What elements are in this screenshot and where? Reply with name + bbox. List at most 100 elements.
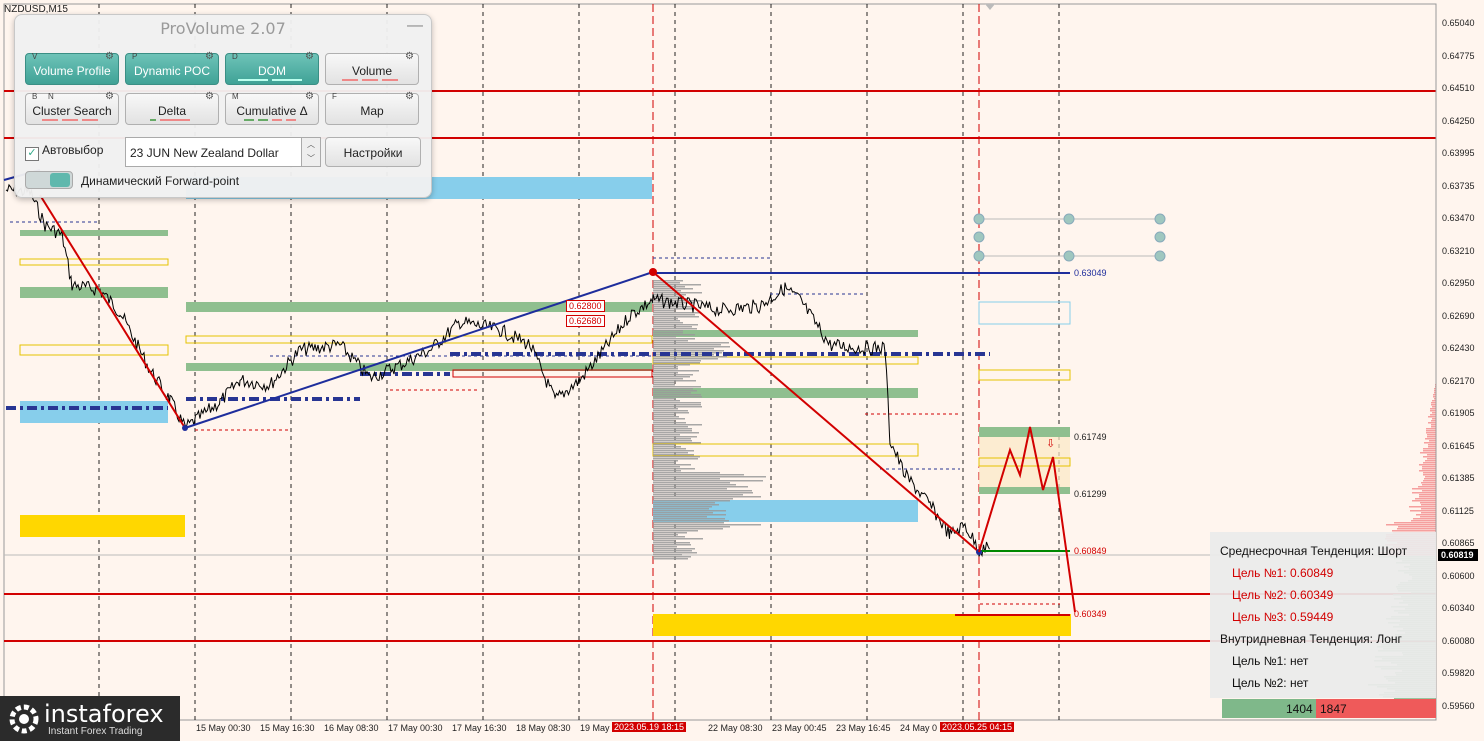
short-target-1: Цель №1: 0.60849 <box>1232 566 1334 580</box>
long-target-2: Цель №2: нет <box>1232 676 1309 690</box>
price-tick-label: 0.62430 <box>1442 343 1475 353</box>
price-tick-label: 0.61385 <box>1442 473 1475 483</box>
price-tick-label: 0.64250 <box>1442 115 1475 126</box>
spinner-icon[interactable]: ︿ ﹀ <box>301 138 320 166</box>
cluster-search-button[interactable]: B N ⚙ Cluster Search <box>25 92 119 125</box>
time-label: 23 May 00:45 <box>772 723 827 733</box>
bid-total: 1404 <box>1286 702 1313 716</box>
level-label-4: 0.60849 <box>1074 546 1107 556</box>
dom-totals: 1404 1847 <box>1222 699 1436 718</box>
cluster-bars <box>32 119 112 122</box>
price-tick-label: 0.61905 <box>1442 408 1475 418</box>
price-tick-label: 0.65040 <box>1442 18 1475 28</box>
minimize-icon[interactable]: — <box>407 17 423 35</box>
gear-icon[interactable]: ⚙ <box>405 52 414 62</box>
hotkey-label: F <box>332 92 337 101</box>
hotkey-label: M <box>232 92 239 101</box>
button-label: Map <box>360 104 384 118</box>
contract-value: 23 JUN New Zealand Dollar <box>130 146 279 160</box>
button-label: Cumulative Δ <box>236 104 308 118</box>
short-target-2: Цель №2: 0.60349 <box>1232 588 1334 602</box>
price-tick-label: 0.62170 <box>1442 375 1475 386</box>
time-label: 15 May 16:30 <box>260 723 315 733</box>
time-marker-2: 2023.05.25 04:15 <box>940 722 1015 732</box>
price-tick-label: 0.60865 <box>1442 538 1475 548</box>
price-tick-label: 0.61125 <box>1442 505 1474 516</box>
instaforex-logo: instaforex Instant Forex Trading <box>0 696 180 741</box>
trend-info-box: Среднесрочная Тенденция: Шорт Цель №1: 0… <box>1210 532 1436 698</box>
intraday-trend: Внутридневная Тенденция: Лонг <box>1220 632 1402 646</box>
map-button[interactable]: F ⚙ Map <box>325 92 419 125</box>
price-tick-label: 0.62950 <box>1442 278 1475 288</box>
price-tick-label: 0.63470 <box>1442 213 1475 223</box>
panel-title: ProVolume 2.07 <box>160 19 286 38</box>
time-marker-1: 2023.05.19 18:15 <box>612 722 687 732</box>
contract-select[interactable]: 23 JUN New Zealand Dollar ︿ ﹀ <box>125 137 321 167</box>
button-label: Volume <box>351 64 393 78</box>
provolume-panel[interactable]: ProVolume 2.07 — V ⚙ Volume Profile P ⚙ Dy… <box>14 14 432 198</box>
check-icon[interactable]: ✓ <box>25 147 39 161</box>
level-label-1: 0.63049 <box>1074 268 1107 278</box>
dom-bars <box>232 79 312 82</box>
long-target-1: Цель №1: нет <box>1232 654 1309 668</box>
price-tick-label: 0.63995 <box>1442 148 1475 158</box>
price-tick-label: 0.63735 <box>1442 180 1475 191</box>
settings-button[interactable]: Настройки <box>325 137 421 167</box>
dynamic-poc-button[interactable]: P ⚙ Dynamic POC <box>125 52 219 85</box>
volume-button[interactable]: ⚙ Volume <box>325 52 419 85</box>
logo-name: instaforex <box>44 700 164 728</box>
time-label: 18 May 08:30 <box>516 723 571 733</box>
price-tick-label: 0.59560 <box>1442 700 1475 711</box>
gear-icon[interactable]: ⚙ <box>205 52 214 62</box>
autoselect-checkbox[interactable]: ✓ Автовыбор <box>25 143 103 161</box>
level-label-2: 0.61749 <box>1074 432 1107 442</box>
button-label: DOM <box>258 64 286 78</box>
short-target-3: Цель №3: 0.59449 <box>1232 610 1334 624</box>
delta-bars <box>132 119 212 122</box>
button-label: Volume Profile <box>33 64 111 78</box>
price-tick-label: 0.59820 <box>1442 668 1475 678</box>
cumulative-bars <box>232 119 312 122</box>
svg-text:⇩: ⇩ <box>1046 437 1055 450</box>
volume-profile-button[interactable]: V ⚙ Volume Profile <box>25 52 119 85</box>
price-tick-label: 0.60340 <box>1442 603 1475 613</box>
volume-bars <box>332 79 412 82</box>
button-label: Delta <box>157 104 186 118</box>
time-label: 23 May 16:45 <box>836 723 891 733</box>
gear-icon[interactable]: ⚙ <box>305 52 314 62</box>
dom-button[interactable]: D ⚙ DOM <box>225 52 319 85</box>
delta-button[interactable]: ⚙ Delta <box>125 92 219 125</box>
logo-tagline: Instant Forex Trading <box>48 726 143 737</box>
gear-icon[interactable]: ⚙ <box>305 92 314 102</box>
button-label: Dynamic POC <box>133 64 210 78</box>
gear-icon[interactable]: ⚙ <box>105 52 114 62</box>
hotkey-label: D <box>232 52 238 61</box>
level-label-5: 0.60349 <box>1074 609 1107 619</box>
box-label-1: 0.62800 <box>566 300 605 312</box>
time-label: 17 May 16:30 <box>452 723 507 733</box>
price-tick-label: 0.61645 <box>1442 440 1475 451</box>
gear-icon[interactable]: ⚙ <box>105 92 114 102</box>
toggle-knob <box>50 173 70 187</box>
forward-point-toggle[interactable] <box>25 171 73 189</box>
gear-icon[interactable]: ⚙ <box>405 92 414 102</box>
gear-logo-icon <box>9 704 39 734</box>
cumulative-delta-button[interactable]: M ⚙ Cumulative Δ <box>225 92 319 125</box>
time-label: 15 May 00:30 <box>196 723 251 733</box>
medium-trend: Среднесрочная Тенденция: Шорт <box>1220 544 1408 558</box>
box-label-2: 0.62680 <box>566 315 605 327</box>
current-price: 0.60819 <box>1441 550 1474 560</box>
time-label: 22 May 08:30 <box>708 723 763 733</box>
forward-point-label: Динамический Forward-point <box>81 174 240 188</box>
level-label-3: 0.61299 <box>1074 489 1107 499</box>
price-tick-label: 0.64510 <box>1442 83 1475 93</box>
time-label: 24 May 0 <box>900 723 938 733</box>
time-label: 16 May 08:30 <box>324 723 379 733</box>
price-tick-label: 0.60600 <box>1442 570 1475 581</box>
hotkey-label: P <box>132 52 138 61</box>
hotkey-label-2: N <box>48 92 54 101</box>
price-tick-label: 0.64775 <box>1442 50 1475 61</box>
hotkey-label: V <box>32 52 38 61</box>
gear-icon[interactable]: ⚙ <box>205 92 214 102</box>
autoselect-label: Автовыбор <box>42 143 104 157</box>
